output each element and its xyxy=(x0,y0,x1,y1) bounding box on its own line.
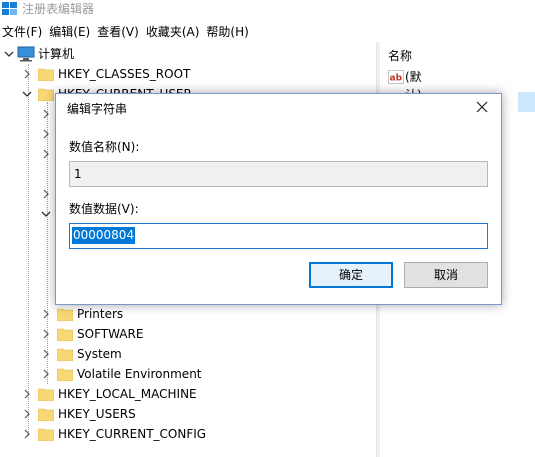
tree-item-hkcr[interactable]: HKEY_CLASSES_ROOT xyxy=(0,64,376,84)
chevron-right-icon[interactable] xyxy=(41,344,51,364)
dialog-title: 编辑字符串 xyxy=(67,102,128,116)
tree-label: HKEY_USERS xyxy=(58,407,136,421)
svg-text:ab: ab xyxy=(390,74,403,84)
ab-string-icon: ab xyxy=(388,70,404,84)
chevron-right-icon[interactable] xyxy=(41,104,51,124)
folder-icon xyxy=(38,88,54,101)
chevron-down-icon[interactable] xyxy=(22,84,32,104)
chevron-right-icon[interactable] xyxy=(22,384,32,404)
menu-edit[interactable]: 编辑(E) xyxy=(46,22,93,42)
tree-label: HKEY_CLASSES_ROOT xyxy=(58,67,191,81)
cancel-button[interactable]: 取消 xyxy=(404,262,488,288)
window-title: 注册表编辑器 xyxy=(22,2,95,16)
computer-icon xyxy=(17,46,35,62)
tree-item-volatile-environment[interactable]: Volatile Environment xyxy=(0,364,376,384)
regedit-app-icon xyxy=(2,2,17,15)
chevron-right-icon[interactable] xyxy=(22,404,32,424)
menu-bar: 文件(F) 编辑(E) 查看(V) 收藏夹(A) 帮助(H) xyxy=(0,22,535,42)
chevron-right-icon[interactable] xyxy=(41,184,51,204)
folder-icon xyxy=(38,388,54,401)
folder-icon xyxy=(38,428,54,441)
value-data-text: 00000804 xyxy=(72,227,136,244)
value-data-input[interactable]: 00000804 xyxy=(69,223,488,249)
chevron-right-icon[interactable] xyxy=(41,324,51,344)
tree-item-system[interactable]: System xyxy=(0,344,376,364)
folder-icon xyxy=(38,408,54,421)
menu-file[interactable]: 文件(F) xyxy=(0,22,45,42)
tree-label: Volatile Environment xyxy=(77,367,202,381)
folder-icon xyxy=(57,328,73,341)
selected-row-highlight xyxy=(518,92,535,112)
tree-item-hklm[interactable]: HKEY_LOCAL_MACHINE xyxy=(0,384,376,404)
folder-icon xyxy=(57,348,73,361)
tree-label: HKEY_LOCAL_MACHINE xyxy=(58,387,197,401)
tree-item-printers[interactable]: Printers xyxy=(0,304,376,324)
folder-icon xyxy=(38,68,54,81)
value-name-field[interactable]: 1 xyxy=(69,161,488,187)
tree-label: HKEY_CURRENT_CONFIG xyxy=(58,427,207,441)
tree-item-hkcc[interactable]: HKEY_CURRENT_CONFIG xyxy=(0,424,376,444)
chevron-right-icon[interactable] xyxy=(41,304,51,324)
chevron-right-icon[interactable] xyxy=(41,124,51,144)
chevron-down-icon[interactable] xyxy=(4,44,14,64)
tree-item-hku[interactable]: HKEY_USERS xyxy=(0,404,376,424)
edit-string-dialog: 编辑字符串 数值名称(N): 1 数值数据(V): 00000804 确定 取消 xyxy=(55,93,502,305)
menu-help[interactable]: 帮助(H) xyxy=(203,22,251,42)
column-header-name[interactable]: 名称 xyxy=(388,48,412,64)
chevron-right-icon[interactable] xyxy=(22,424,32,444)
value-name-text: 1 xyxy=(74,167,82,181)
tree-item-software[interactable]: SOFTWARE xyxy=(0,324,376,344)
tree-label: 计算机 xyxy=(38,47,75,61)
close-icon[interactable] xyxy=(473,98,491,116)
tree-label: Printers xyxy=(77,307,124,321)
value-name-label: 数值名称(N): xyxy=(69,140,140,154)
menu-favorites[interactable]: 收藏夹(A) xyxy=(143,22,203,42)
chevron-down-icon[interactable] xyxy=(41,204,51,224)
tree-label: SOFTWARE xyxy=(77,327,144,341)
tree-item-computer[interactable]: 计算机 xyxy=(0,44,376,64)
folder-icon xyxy=(57,308,73,321)
value-data-label: 数值数据(V): xyxy=(69,202,139,216)
menu-view[interactable]: 查看(V) xyxy=(94,22,142,42)
title-bar: 注册表编辑器 xyxy=(0,0,535,20)
chevron-right-icon[interactable] xyxy=(41,364,51,384)
chevron-right-icon[interactable] xyxy=(22,64,32,84)
ok-button[interactable]: 确定 xyxy=(309,262,393,288)
chevron-right-icon[interactable] xyxy=(41,144,51,164)
tree-label: System xyxy=(77,347,122,361)
folder-icon xyxy=(57,368,73,381)
